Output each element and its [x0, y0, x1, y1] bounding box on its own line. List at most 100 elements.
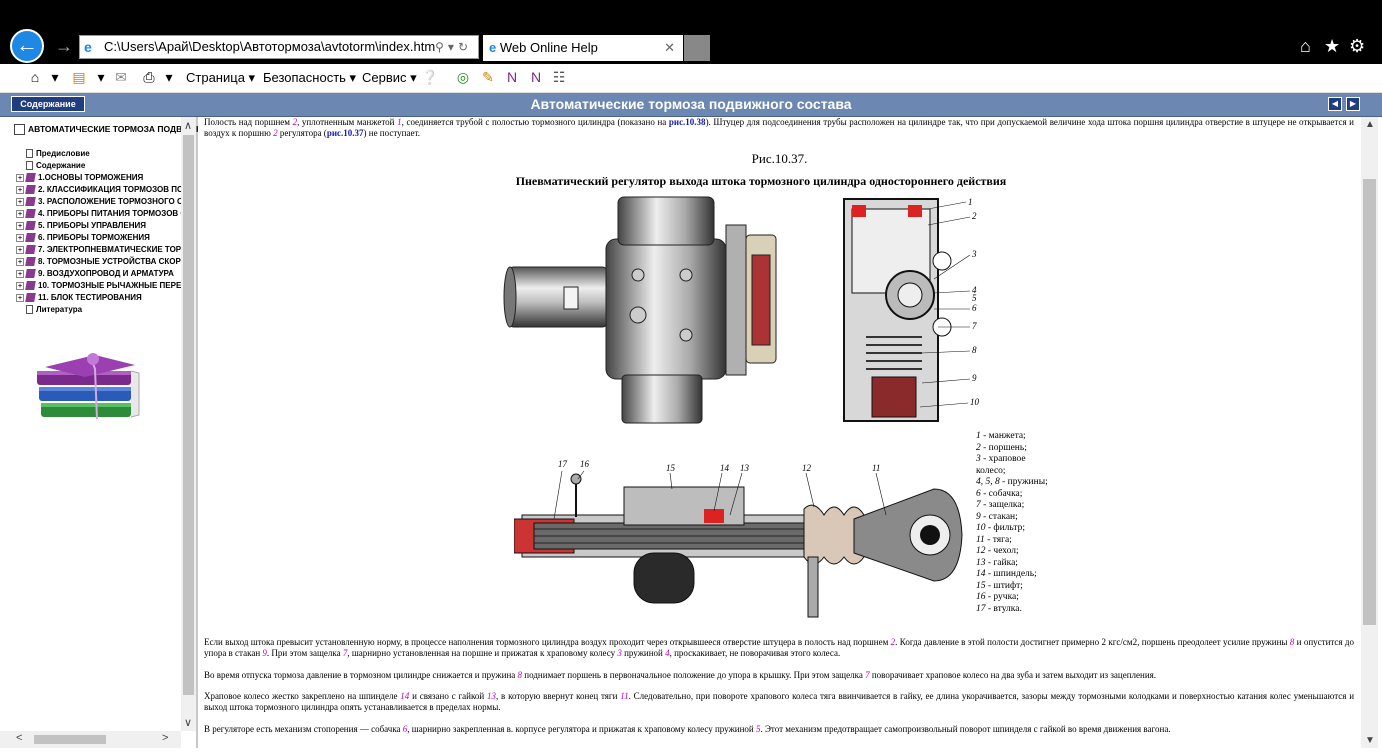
legend-text: - манжета;	[980, 431, 1026, 441]
browser-title-bar: ← → e C:\Users\Арай\Desktop\Автотормоза\…	[0, 0, 1382, 64]
back-button[interactable]: ←	[10, 29, 44, 63]
scroll-right-icon[interactable]: >	[162, 732, 168, 744]
legend-item: колесо;	[976, 466, 1048, 478]
text-segment: регулятора (	[277, 128, 327, 138]
tree-root-label: АВТОМАТИЧЕСКИЕ ТОРМОЗА ПОДВИЖН	[28, 124, 203, 134]
tree-item[interactable]: Содержание	[16, 160, 85, 172]
mail-icon[interactable]: ✉	[112, 68, 130, 86]
tree-item[interactable]: Предисловие	[16, 148, 90, 160]
scroll-up-icon[interactable]: ∧	[184, 119, 192, 132]
scroll-thumb[interactable]	[183, 135, 194, 695]
rss-feed-icon[interactable]: ▤	[70, 68, 88, 86]
legend-item: 15 - штифт;	[976, 581, 1048, 593]
page-icon	[26, 161, 33, 171]
content-vertical-scrollbar[interactable]: ▲ ▼	[1361, 117, 1378, 748]
address-text[interactable]: C:\Users\Арай\Desktop\Автотормоза\avtoto…	[104, 36, 435, 58]
book-icon	[25, 221, 36, 231]
text-segment: В регуляторе есть механизм стопорения — …	[204, 724, 403, 734]
expand-plus-icon[interactable]: +	[16, 197, 24, 206]
legend-text: - поршень;	[980, 442, 1027, 453]
text-segment: поднимает поршень в первоначальное полож…	[522, 670, 866, 680]
tree-item[interactable]: +4. ПРИБОРЫ ПИТАНИЯ ТОРМОЗОВ С	[16, 208, 186, 220]
tree-item[interactable]: +1.ОСНОВЫ ТОРМОЖЕНИЯ	[16, 172, 143, 184]
chevron-down-icon[interactable]: ▾	[92, 68, 110, 86]
tree-item[interactable]: +11. БЛОК ТЕСТИРОВАНИЯ	[16, 292, 142, 304]
new-tab-button[interactable]	[684, 35, 710, 61]
scroll-up-icon[interactable]: ▲	[1365, 119, 1375, 130]
regulator-longitudinal-section-image: 17 16 15 14 13 12 11	[514, 459, 963, 618]
svg-text:9: 9	[972, 373, 977, 383]
extension-circle-icon[interactable]: ◎	[454, 68, 472, 86]
tree-item[interactable]: +3. РАСПОЛОЖЕНИЕ ТОРМОЗНОГО О	[16, 196, 183, 208]
tree-item[interactable]: +9. ВОЗДУХОПРОВОД И АРМАТУРА	[16, 268, 174, 280]
search-refresh-icons[interactable]: ⚲▾↻	[435, 36, 472, 58]
research-icon[interactable]: ☷	[550, 68, 568, 86]
scroll-down-icon[interactable]: ∨	[184, 716, 192, 729]
home-icon[interactable]: ⌂	[26, 68, 44, 86]
service-menu[interactable]: Сервис ▾	[362, 70, 417, 86]
tree-item-label: 2. КЛАССИФИКАЦИЯ ТОРМОЗОВ ПС	[38, 185, 183, 194]
figure-link[interactable]: рис.10.37	[327, 128, 364, 138]
part-number: 11	[620, 691, 629, 701]
tree-item[interactable]: Литература	[16, 304, 82, 316]
tree-item[interactable]: +5. ПРИБОРЫ УПРАВЛЕНИЯ	[16, 220, 146, 232]
legend-text: - собачка;	[980, 488, 1023, 499]
tree-item[interactable]: +7. ЭЛЕКТРОПНЕВМАТИЧЕСКИЕ ТОРМ	[16, 244, 188, 256]
forward-button[interactable]: →	[55, 36, 73, 57]
print-icon[interactable]: ⎙	[140, 68, 158, 86]
favorites-star-icon[interactable]: ★	[1324, 36, 1340, 57]
expand-plus-icon[interactable]: +	[16, 257, 24, 266]
expand-plus-icon[interactable]: +	[16, 281, 24, 290]
expand-plus-icon[interactable]: +	[16, 209, 24, 218]
legend-item: 1 - манжета;	[976, 431, 1048, 443]
book-open-icon	[14, 124, 25, 136]
expand-plus-icon[interactable]: +	[16, 221, 24, 230]
close-tab-icon[interactable]: ✕	[664, 35, 675, 61]
contents-tree-pane: АВТОМАТИЧЕСКИЕ ТОРМОЗА ПОДВИЖН Предислов…	[0, 117, 202, 748]
expand-plus-icon[interactable]: +	[16, 233, 24, 242]
expand-plus-icon[interactable]: +	[16, 185, 24, 194]
next-page-button[interactable]: ▶	[1346, 97, 1360, 111]
expand-plus-icon[interactable]: +	[16, 269, 24, 278]
tree-item-label: 4. ПРИБОРЫ ПИТАНИЯ ТОРМОЗОВ С	[38, 209, 187, 218]
help-icon[interactable]: ❔	[421, 68, 439, 86]
legend-item: 3 - храповое	[976, 454, 1048, 466]
tree-root[interactable]: АВТОМАТИЧЕСКИЕ ТОРМОЗА ПОДВИЖН	[14, 124, 203, 136]
help-header: Содержание Автоматические тормоза подвиж…	[0, 93, 1382, 117]
page-menu[interactable]: Страница ▾	[186, 70, 255, 86]
scroll-thumb[interactable]	[34, 735, 106, 744]
extension-pencil-icon[interactable]: ✎	[479, 68, 497, 86]
legend-text: - защелка;	[980, 500, 1025, 510]
tree-vertical-scrollbar[interactable]: ∧ ∨	[181, 117, 196, 731]
legend-text: - тяга;	[984, 534, 1012, 545]
tree-item[interactable]: +8. ТОРМОЗНЫЕ УСТРОЙСТВА СКОРО	[16, 256, 187, 268]
expand-plus-icon[interactable]: +	[16, 245, 24, 254]
tree-horizontal-scrollbar[interactable]: < >	[0, 731, 181, 748]
chevron-down-icon[interactable]: ▾	[160, 68, 178, 86]
tree-item[interactable]: +2. КЛАССИФИКАЦИЯ ТОРМОЗОВ ПС	[16, 184, 183, 196]
scroll-left-icon[interactable]: <	[16, 732, 22, 744]
expand-plus-icon[interactable]: +	[16, 173, 24, 182]
tree-item[interactable]: +6. ПРИБОРЫ ТОРМОЖЕНИЯ	[16, 232, 150, 244]
text-segment: , шарнирно закрепленная в. корпусе регул…	[407, 724, 756, 734]
onenote-linked-icon[interactable]: N	[527, 68, 545, 86]
safety-menu[interactable]: Безопасность ▾	[263, 70, 356, 86]
settings-gear-icon[interactable]: ⚙	[1349, 36, 1365, 57]
previous-page-button[interactable]: ◀	[1328, 97, 1342, 111]
expand-plus-icon[interactable]: +	[16, 293, 24, 302]
safety-menu-label: Безопасность	[263, 70, 346, 85]
text-segment: , проскакивает, не поворачивая этого кол…	[669, 648, 841, 658]
ie-page-icon: e	[84, 39, 92, 55]
scroll-down-icon[interactable]: ▼	[1365, 735, 1375, 746]
address-bar[interactable]: e C:\Users\Арай\Desktop\Автотормоза\avto…	[79, 35, 479, 59]
figure-link[interactable]: рис.10.38	[669, 117, 706, 127]
scroll-thumb[interactable]	[1363, 179, 1376, 625]
tree-item[interactable]: +10. ТОРМОЗНЫЕ РЫЧАЖНЫЕ ПЕРЕД	[16, 280, 187, 292]
tab-web-online-help[interactable]: e Web Online Help ✕	[483, 35, 683, 61]
text-segment: , уплотненным манжетой	[297, 117, 398, 127]
home-icon[interactable]: ⌂	[1300, 36, 1311, 57]
text-segment: . Когда давление в этой полости достигне…	[895, 637, 1290, 647]
chevron-down-icon[interactable]: ▾	[46, 68, 64, 86]
svg-text:6: 6	[972, 303, 977, 313]
onenote-icon[interactable]: N	[503, 68, 521, 86]
